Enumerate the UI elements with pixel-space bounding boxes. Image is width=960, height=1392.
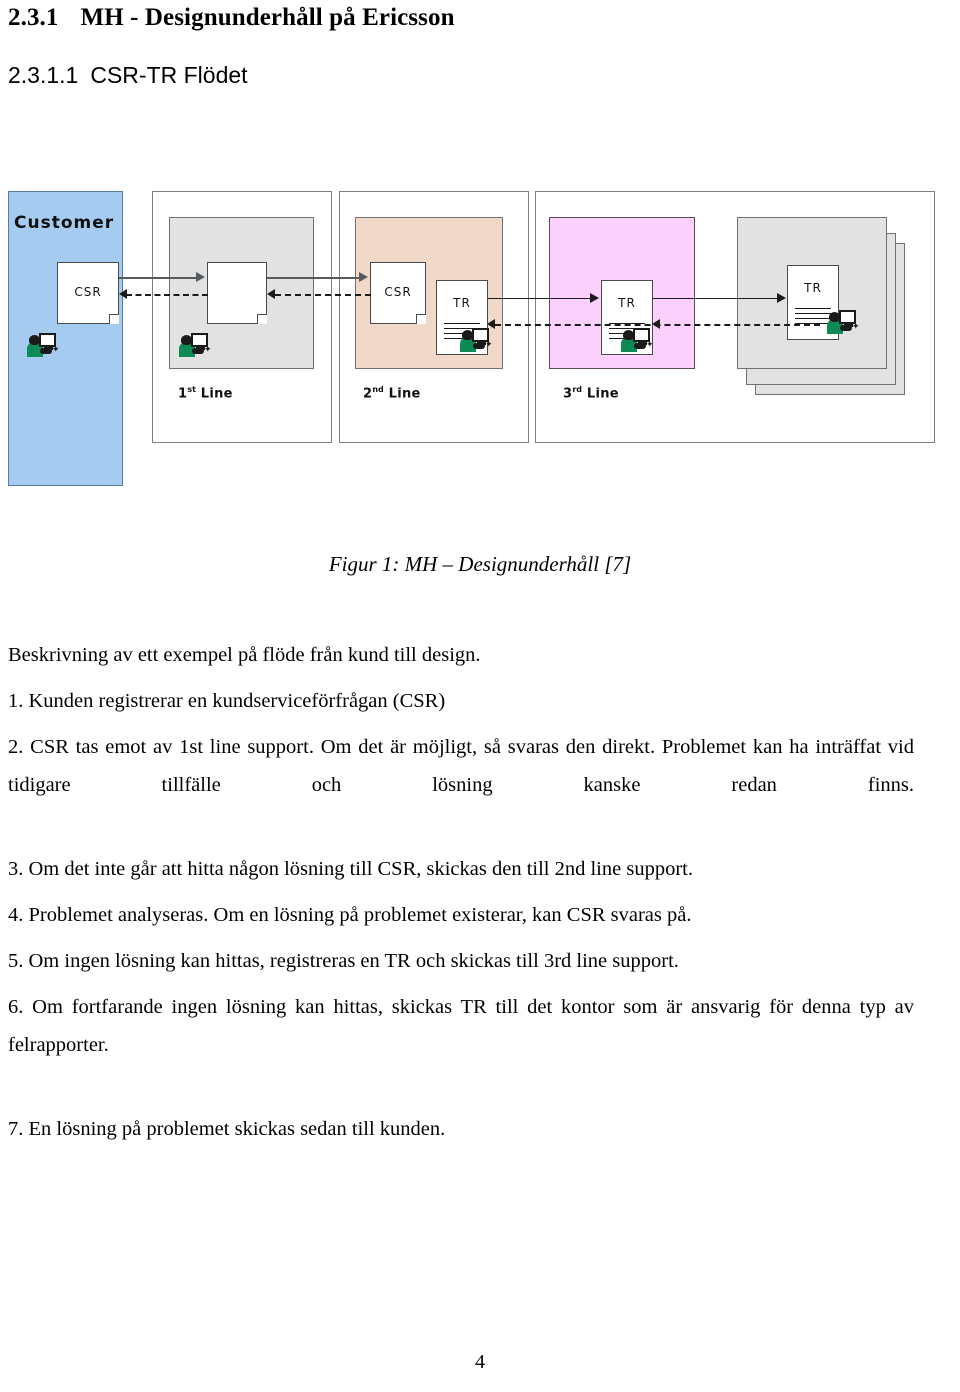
arrowhead-second-line-return [487,319,495,329]
body-item-2: 2. CSR tas emot av 1st line support. Om … [8,736,914,796]
body-item-1: 1. Kunden registrerar en kundserviceförf… [8,690,446,712]
document-page: 2.3.1 MH - Designunderhåll på Ericsson 2.… [0,0,960,1392]
lane-3rd-line-label: 3rd Line [563,385,619,401]
lane-label-suffix: Line [586,386,619,402]
lane-label-prefix: 1 [178,386,188,402]
arrowhead-office-in [777,293,786,303]
third-line-tr-label: TR [618,296,636,310]
flow-second-to-third-line [488,298,593,299]
subsection-heading: 2.3.1.1 CSR-TR Flödet [8,62,248,89]
arrowhead-third-line-return [652,319,660,329]
figure-caption: Figur 1: MH – Designunderhåll [7] [328,552,632,576]
arrowhead-customer-return [119,289,127,299]
section-heading: 2.3.1 MH - Designunderhåll på Ericsson [8,4,455,32]
customer-lane-label: Customer [14,213,115,233]
body-item-3: 3. Om det inte går att hitta någon lösni… [8,858,693,880]
arrowhead-first-line-in [196,272,205,282]
flow-first-to-second-line [267,277,362,279]
office-tr-label: TR [804,281,822,295]
body-item-7: 7. En lösning på problemet skickas sedan… [8,1118,446,1140]
lane-label-prefix: 3 [563,386,573,402]
lane-1st-line-label: 1st Line [178,385,233,401]
flow-third-line-to-office [653,298,780,299]
subsection-heading-number: 2.3.1.1 [8,62,79,88]
body-intro: Beskrivning av ett exempel på flöde från… [8,644,481,666]
customer-person-icon: ✦ [26,330,60,358]
doc-fold-corner [257,314,267,324]
return-first-line-to-customer [126,294,208,296]
lane-label-ordinal: rd [572,385,583,394]
second-line-csr-document: CSR [370,262,430,328]
lane-label-suffix: Line [200,386,233,402]
arrowhead-second-line-in [359,272,368,282]
first-line-document [207,262,271,328]
lane-2nd-line-label: 2nd Line [363,385,421,401]
section-heading-title: MH - Designunderhåll på Ericsson [80,4,455,31]
section-heading-number: 2.3.1 [8,4,59,31]
doc-fold-corner [109,314,119,324]
body-item-5: 5. Om ingen lösning kan hittas, registre… [8,950,679,972]
subsection-heading-title: CSR-TR Flödet [90,62,248,88]
lane-label-prefix: 2 [363,386,373,402]
lane-label-ordinal: st [187,385,196,394]
flow-customer-to-first-line [119,277,199,279]
arrowhead-third-line-in [590,293,599,303]
body-item-4: 4. Problemet analyseras. Om en lösning p… [8,904,692,926]
second-line-csr-label: CSR [384,285,412,299]
first-line-person-icon: ✦ [178,330,212,358]
return-second-to-first-line [275,294,371,296]
second-line-tr-label: TR [453,296,471,310]
doc-fold-corner [416,314,426,324]
second-line-person-icon: ✦ [459,325,493,353]
flow-diagram: Customer ✦ CSR ✦ 1st Line CSR TR ✦ 2nd L… [0,185,960,505]
body-text: Beskrivning av ett exempel på flöde från… [8,636,914,1156]
body-item-6: 6. Om fortfarande ingen lösning kan hitt… [8,996,914,1056]
arrowhead-first-line-return [267,289,275,299]
lane-label-suffix: Line [388,386,421,402]
office-person-icon: ✦ [826,307,860,335]
customer-csr-document: CSR [57,262,123,328]
page-number: 4 [475,1351,485,1373]
lane-label-ordinal: nd [372,385,384,394]
third-line-person-icon: ✦ [620,325,654,353]
customer-csr-label: CSR [74,285,102,299]
